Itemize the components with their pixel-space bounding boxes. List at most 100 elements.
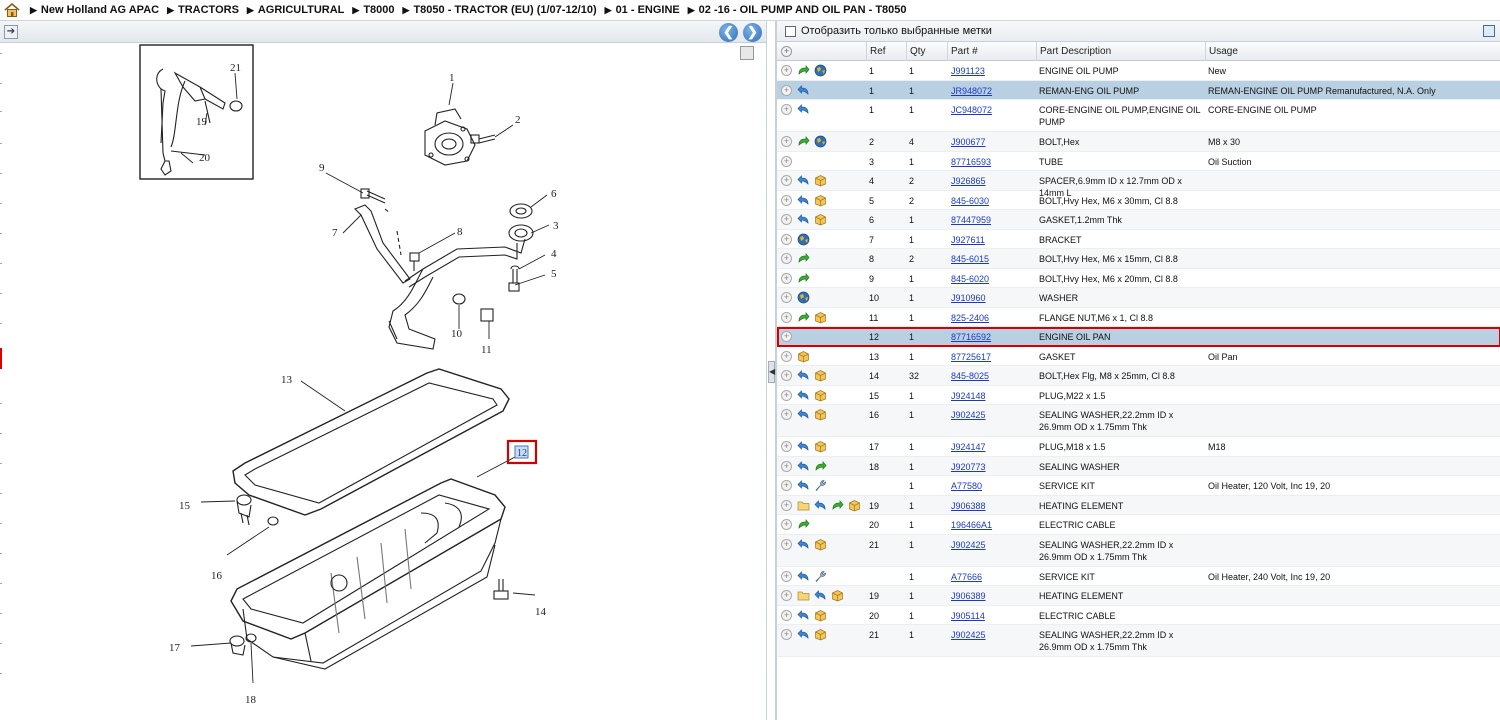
collapse-arrow-icon[interactable]: ◀ [768,361,775,383]
part-number-link[interactable]: J900677 [951,136,986,148]
parts-table-row[interactable]: +13 1 87725617 GASKET Oil Pan [777,347,1500,366]
part-number-link[interactable]: 845-6015 [951,253,989,265]
home-icon[interactable] [4,3,20,17]
add-to-cart-icon[interactable]: + [781,460,792,472]
arrow-green-icon[interactable] [797,518,810,531]
parts-table-row[interactable]: +3 1 87716593 TUBE Oil Suction [777,152,1500,171]
part-number-link[interactable]: 87447959 [951,214,991,226]
box-icon[interactable] [814,174,827,187]
parts-table-row[interactable]: +20 1 J905114 ELECTRIC CABLE [777,606,1500,625]
add-to-cart-icon[interactable]: + [781,155,792,167]
part-number-link[interactable]: A77666 [951,571,982,583]
parts-table-row[interactable]: +1 1 JC948072 CORE-ENGINE OIL PUMP,ENGINE O… [777,100,1500,132]
part-number-link[interactable]: 196466A1 [951,519,992,531]
parts-table-row[interactable]: +9 1 845-6020 BOLT,Hvy Hex, M6 x 20mm, Cl 8… [777,269,1500,288]
arrow-green-icon[interactable] [814,460,827,473]
add-to-cart-icon[interactable]: + [781,84,792,96]
column-part-number[interactable]: Part # [947,42,1036,61]
show-selected-only-checkbox[interactable] [785,25,796,37]
parts-table-row[interactable]: +2 4 J900677 BOLT,Hex M8 x 30 [777,132,1500,152]
arrow-blue-icon[interactable] [814,499,827,512]
arrow-blue-icon[interactable] [797,194,810,207]
add-to-cart-icon[interactable]: + [781,104,792,115]
arrow-blue-icon[interactable] [797,460,810,473]
part-number-link[interactable]: A77580 [951,480,982,492]
arrow-green-icon[interactable] [797,64,810,77]
arrow-green-icon[interactable] [831,499,844,512]
breadcrumb-item-agricultural[interactable]: ▶ AGRICULTURAL [247,4,344,16]
add-to-cart-icon[interactable]: + [781,292,792,303]
add-to-cart-icon[interactable]: + [781,609,792,621]
parts-table-row[interactable]: +1 1 JR948072 REMAN-ENG OIL PUMP REMAN-ENGIN… [777,80,1500,100]
parts-table-row[interactable]: +12 1 87716592 ENGINE OIL PAN [777,327,1500,347]
box-icon[interactable] [814,369,827,382]
parts-table-row[interactable]: +1 1 J991123 ENGINE OIL PUMP New [777,61,1500,81]
box-icon[interactable] [814,628,827,641]
breadcrumb-item-section[interactable]: ▶ 01 - ENGINE [605,4,680,16]
part-number-link[interactable]: J902425 [951,539,986,551]
box-icon[interactable] [814,609,827,622]
add-to-cart-icon[interactable]: + [781,194,792,206]
arrow-blue-icon[interactable] [797,609,810,622]
part-number-link[interactable]: J991123 [951,65,985,77]
arrow-blue-icon[interactable] [797,408,810,421]
add-to-cart-icon[interactable]: + [781,272,792,284]
add-to-cart-icon[interactable]: + [781,590,792,601]
part-number-link[interactable]: 87725617 [951,351,991,363]
part-number-link[interactable]: J906388 [951,500,986,512]
arrow-blue-icon[interactable] [814,589,827,602]
add-to-cart-icon[interactable]: + [781,175,792,186]
part-number-link[interactable]: J920773 [951,461,986,473]
box-icon[interactable] [797,350,810,363]
arrow-blue-icon[interactable] [797,570,810,583]
parts-table-row[interactable]: +11 1 825-2406 FLANGE NUT,M6 x 1, Cl 8.8 [777,308,1500,327]
list-settings-icon[interactable] [1483,25,1495,37]
add-to-cart-icon[interactable]: + [781,629,792,640]
add-to-cart-icon[interactable]: + [781,538,792,550]
breadcrumb-item-page[interactable]: ▶ 02 -16 - OIL PUMP AND OIL PAN - T8050 [688,4,907,16]
part-number-link[interactable]: 87716593 [951,156,991,168]
globe-icon[interactable] [814,64,827,77]
part-number-link[interactable]: J924148 [951,390,986,402]
add-to-cart-icon[interactable]: + [781,233,792,245]
parts-table-row[interactable]: +14 32 845-8025 BOLT,Hex Flg, M8 x 25mm, Cl… [777,366,1500,386]
add-to-cart-icon[interactable]: + [781,65,792,76]
add-to-cart-icon[interactable]: + [781,331,792,342]
part-number-link[interactable]: J902425 [951,629,986,641]
box-icon[interactable] [814,538,827,551]
column-qty[interactable]: Qty [906,42,947,61]
arrow-blue-icon[interactable] [797,213,810,226]
arrow-blue-icon[interactable] [797,538,810,551]
next-page-button[interactable]: ❯ [743,23,762,42]
column-usage[interactable]: Usage [1205,42,1500,61]
wrench-icon[interactable] [814,479,827,492]
breadcrumb-item-model[interactable]: ▶ T8050 - TRACTOR (EU) (1/07-12/10) [403,4,597,16]
part-number-link[interactable]: J905114 [951,610,985,622]
part-number-link[interactable]: J910960 [951,292,986,304]
parts-table-row[interactable]: +18 1 J920773 SEALING WASHER [777,456,1500,476]
breadcrumb-item-series[interactable]: ▶ T8000 [352,4,394,16]
add-to-cart-icon[interactable]: + [781,253,792,264]
folder-icon[interactable] [797,589,810,602]
arrow-blue-icon[interactable] [797,103,810,116]
add-to-cart-icon[interactable]: + [781,519,792,530]
add-to-cart-icon[interactable]: + [781,441,792,452]
box-icon[interactable] [814,194,827,207]
box-icon[interactable] [814,311,827,324]
add-to-cart-icon[interactable]: + [781,214,792,225]
arrow-blue-icon[interactable] [797,628,810,641]
previous-page-button[interactable]: ❮ [719,23,738,42]
part-number-link[interactable]: J906389 [951,590,986,602]
parts-table-row[interactable]: +15 1 J924148 PLUG,M22 x 1.5 [777,386,1500,405]
part-number-link[interactable]: 825-2406 [951,312,989,324]
globe-icon[interactable] [797,233,810,246]
globe-icon[interactable] [814,135,827,148]
exploded-parts-diagram[interactable]: 1 2 3 4 5 6 7 8 9 10 11 13 14 15 16 17 1… [5,43,760,720]
part-number-link[interactable]: JC948072 [951,104,992,116]
add-to-cart-icon[interactable]: + [781,480,792,491]
parts-table-row[interactable]: +10 1 J910960 WASHER [777,288,1500,308]
add-to-cart-icon[interactable]: + [781,370,792,381]
column-description[interactable]: Part Description [1036,42,1205,61]
add-to-cart-icon[interactable]: + [781,136,792,147]
parts-table-row[interactable]: +5 2 845-6030 BOLT,Hvy Hex, M6 x 30mm, Cl 8… [777,191,1500,210]
